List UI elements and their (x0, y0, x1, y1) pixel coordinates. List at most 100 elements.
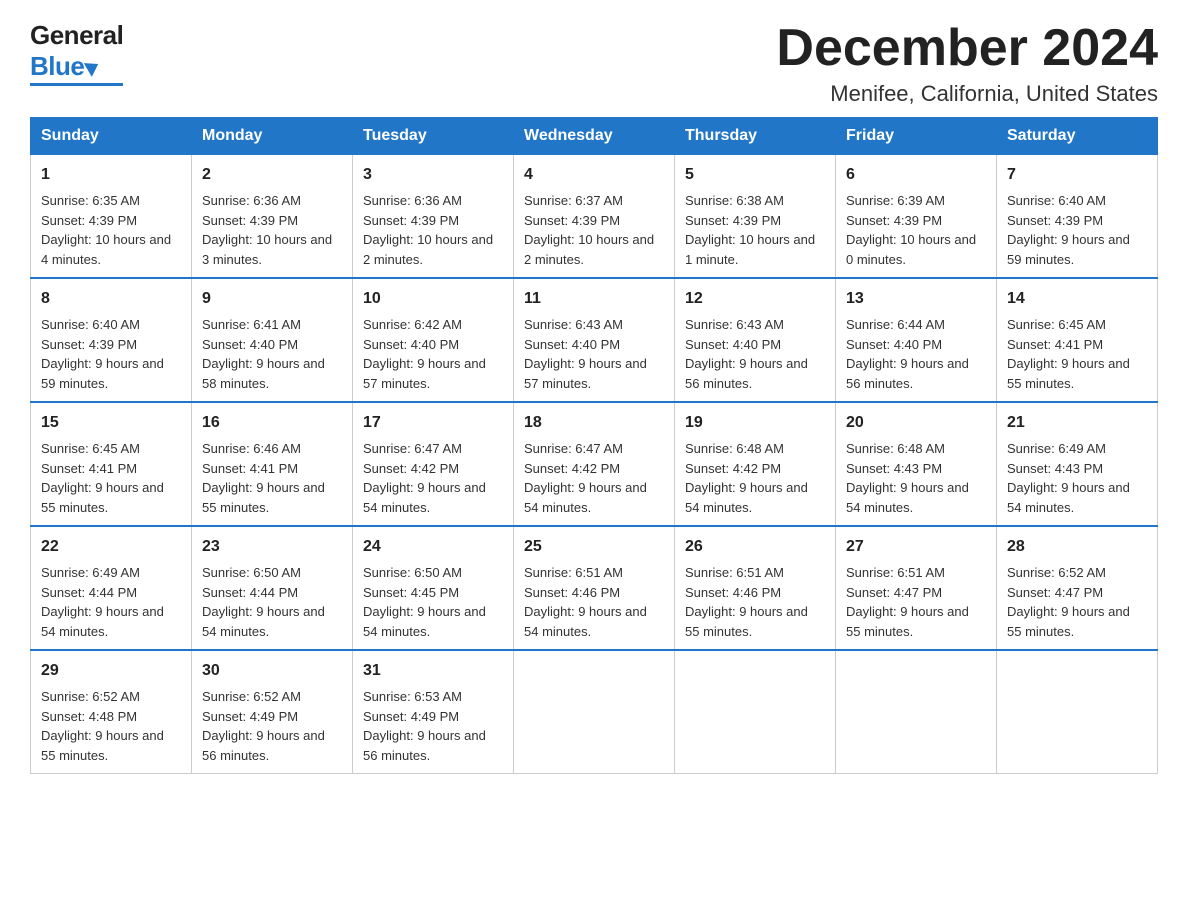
day-info: Sunrise: 6:38 AMSunset: 4:39 PMDaylight:… (685, 193, 815, 267)
calendar-week-row: 22 Sunrise: 6:49 AMSunset: 4:44 PMDaylig… (31, 526, 1158, 650)
day-info: Sunrise: 6:48 AMSunset: 4:42 PMDaylight:… (685, 441, 808, 515)
day-header-friday: Friday (836, 118, 997, 154)
calendar-cell: 27 Sunrise: 6:51 AMSunset: 4:47 PMDaylig… (836, 526, 997, 650)
day-info: Sunrise: 6:40 AMSunset: 4:39 PMDaylight:… (1007, 193, 1130, 267)
day-info: Sunrise: 6:50 AMSunset: 4:44 PMDaylight:… (202, 565, 325, 639)
day-info: Sunrise: 6:52 AMSunset: 4:49 PMDaylight:… (202, 689, 325, 763)
calendar-cell: 28 Sunrise: 6:52 AMSunset: 4:47 PMDaylig… (997, 526, 1158, 650)
calendar-cell: 6 Sunrise: 6:39 AMSunset: 4:39 PMDayligh… (836, 154, 997, 278)
calendar-cell (997, 650, 1158, 774)
day-info: Sunrise: 6:45 AMSunset: 4:41 PMDaylight:… (1007, 317, 1130, 391)
calendar-cell: 8 Sunrise: 6:40 AMSunset: 4:39 PMDayligh… (31, 278, 192, 402)
day-number: 17 (363, 411, 503, 435)
calendar-cell: 1 Sunrise: 6:35 AMSunset: 4:39 PMDayligh… (31, 154, 192, 278)
day-number: 21 (1007, 411, 1147, 435)
day-header-wednesday: Wednesday (514, 118, 675, 154)
day-number: 22 (41, 535, 181, 559)
calendar-header-row: SundayMondayTuesdayWednesdayThursdayFrid… (31, 118, 1158, 154)
logo-underline (30, 83, 123, 86)
day-number: 28 (1007, 535, 1147, 559)
calendar-cell: 23 Sunrise: 6:50 AMSunset: 4:44 PMDaylig… (192, 526, 353, 650)
day-info: Sunrise: 6:35 AMSunset: 4:39 PMDaylight:… (41, 193, 171, 267)
day-header-tuesday: Tuesday (353, 118, 514, 154)
day-number: 6 (846, 163, 986, 187)
day-info: Sunrise: 6:51 AMSunset: 4:46 PMDaylight:… (685, 565, 808, 639)
day-info: Sunrise: 6:47 AMSunset: 4:42 PMDaylight:… (363, 441, 486, 515)
day-number: 10 (363, 287, 503, 311)
day-number: 9 (202, 287, 342, 311)
logo-name: General Blue (30, 20, 123, 86)
calendar-cell (514, 650, 675, 774)
day-info: Sunrise: 6:39 AMSunset: 4:39 PMDaylight:… (846, 193, 976, 267)
calendar-week-row: 8 Sunrise: 6:40 AMSunset: 4:39 PMDayligh… (31, 278, 1158, 402)
day-info: Sunrise: 6:50 AMSunset: 4:45 PMDaylight:… (363, 565, 486, 639)
calendar-cell: 19 Sunrise: 6:48 AMSunset: 4:42 PMDaylig… (675, 402, 836, 526)
day-info: Sunrise: 6:53 AMSunset: 4:49 PMDaylight:… (363, 689, 486, 763)
day-info: Sunrise: 6:44 AMSunset: 4:40 PMDaylight:… (846, 317, 969, 391)
location-title: Menifee, California, United States (776, 81, 1158, 107)
day-info: Sunrise: 6:37 AMSunset: 4:39 PMDaylight:… (524, 193, 654, 267)
logo-blue-row: Blue (30, 51, 123, 82)
day-info: Sunrise: 6:36 AMSunset: 4:39 PMDaylight:… (202, 193, 332, 267)
calendar-week-row: 1 Sunrise: 6:35 AMSunset: 4:39 PMDayligh… (31, 154, 1158, 278)
calendar-cell: 3 Sunrise: 6:36 AMSunset: 4:39 PMDayligh… (353, 154, 514, 278)
day-info: Sunrise: 6:52 AMSunset: 4:47 PMDaylight:… (1007, 565, 1130, 639)
day-number: 15 (41, 411, 181, 435)
calendar-cell: 4 Sunrise: 6:37 AMSunset: 4:39 PMDayligh… (514, 154, 675, 278)
day-number: 7 (1007, 163, 1147, 187)
day-number: 5 (685, 163, 825, 187)
calendar-cell: 15 Sunrise: 6:45 AMSunset: 4:41 PMDaylig… (31, 402, 192, 526)
day-number: 8 (41, 287, 181, 311)
day-number: 14 (1007, 287, 1147, 311)
calendar-cell: 5 Sunrise: 6:38 AMSunset: 4:39 PMDayligh… (675, 154, 836, 278)
day-info: Sunrise: 6:45 AMSunset: 4:41 PMDaylight:… (41, 441, 164, 515)
day-number: 31 (363, 659, 503, 683)
day-header-saturday: Saturday (997, 118, 1158, 154)
calendar-cell: 16 Sunrise: 6:46 AMSunset: 4:41 PMDaylig… (192, 402, 353, 526)
calendar-cell (675, 650, 836, 774)
calendar-cell: 20 Sunrise: 6:48 AMSunset: 4:43 PMDaylig… (836, 402, 997, 526)
calendar-cell: 24 Sunrise: 6:50 AMSunset: 4:45 PMDaylig… (353, 526, 514, 650)
day-number: 24 (363, 535, 503, 559)
calendar-cell: 18 Sunrise: 6:47 AMSunset: 4:42 PMDaylig… (514, 402, 675, 526)
day-number: 26 (685, 535, 825, 559)
calendar-cell: 31 Sunrise: 6:53 AMSunset: 4:49 PMDaylig… (353, 650, 514, 774)
day-info: Sunrise: 6:52 AMSunset: 4:48 PMDaylight:… (41, 689, 164, 763)
calendar-cell: 21 Sunrise: 6:49 AMSunset: 4:43 PMDaylig… (997, 402, 1158, 526)
calendar-cell: 30 Sunrise: 6:52 AMSunset: 4:49 PMDaylig… (192, 650, 353, 774)
logo-arrow-icon (84, 57, 102, 77)
page-header: General Blue December 2024 Menifee, Cali… (30, 20, 1158, 107)
day-number: 25 (524, 535, 664, 559)
calendar-week-row: 15 Sunrise: 6:45 AMSunset: 4:41 PMDaylig… (31, 402, 1158, 526)
day-header-monday: Monday (192, 118, 353, 154)
calendar-cell: 29 Sunrise: 6:52 AMSunset: 4:48 PMDaylig… (31, 650, 192, 774)
day-info: Sunrise: 6:41 AMSunset: 4:40 PMDaylight:… (202, 317, 325, 391)
day-number: 23 (202, 535, 342, 559)
title-area: December 2024 Menifee, California, Unite… (776, 20, 1158, 107)
month-title: December 2024 (776, 20, 1158, 77)
day-info: Sunrise: 6:43 AMSunset: 4:40 PMDaylight:… (524, 317, 647, 391)
day-number: 18 (524, 411, 664, 435)
day-number: 12 (685, 287, 825, 311)
logo-blue-text: Blue (30, 51, 84, 82)
calendar-cell: 25 Sunrise: 6:51 AMSunset: 4:46 PMDaylig… (514, 526, 675, 650)
calendar-week-row: 29 Sunrise: 6:52 AMSunset: 4:48 PMDaylig… (31, 650, 1158, 774)
logo: General Blue (30, 20, 123, 86)
calendar-cell (836, 650, 997, 774)
calendar-cell: 12 Sunrise: 6:43 AMSunset: 4:40 PMDaylig… (675, 278, 836, 402)
calendar-table: SundayMondayTuesdayWednesdayThursdayFrid… (30, 117, 1158, 774)
day-number: 20 (846, 411, 986, 435)
logo-general-text: General (30, 20, 123, 51)
day-info: Sunrise: 6:51 AMSunset: 4:47 PMDaylight:… (846, 565, 969, 639)
calendar-cell: 10 Sunrise: 6:42 AMSunset: 4:40 PMDaylig… (353, 278, 514, 402)
day-header-thursday: Thursday (675, 118, 836, 154)
day-info: Sunrise: 6:43 AMSunset: 4:40 PMDaylight:… (685, 317, 808, 391)
day-number: 27 (846, 535, 986, 559)
calendar-cell: 13 Sunrise: 6:44 AMSunset: 4:40 PMDaylig… (836, 278, 997, 402)
day-info: Sunrise: 6:40 AMSunset: 4:39 PMDaylight:… (41, 317, 164, 391)
day-header-sunday: Sunday (31, 118, 192, 154)
day-number: 4 (524, 163, 664, 187)
day-info: Sunrise: 6:48 AMSunset: 4:43 PMDaylight:… (846, 441, 969, 515)
day-info: Sunrise: 6:42 AMSunset: 4:40 PMDaylight:… (363, 317, 486, 391)
calendar-cell: 11 Sunrise: 6:43 AMSunset: 4:40 PMDaylig… (514, 278, 675, 402)
